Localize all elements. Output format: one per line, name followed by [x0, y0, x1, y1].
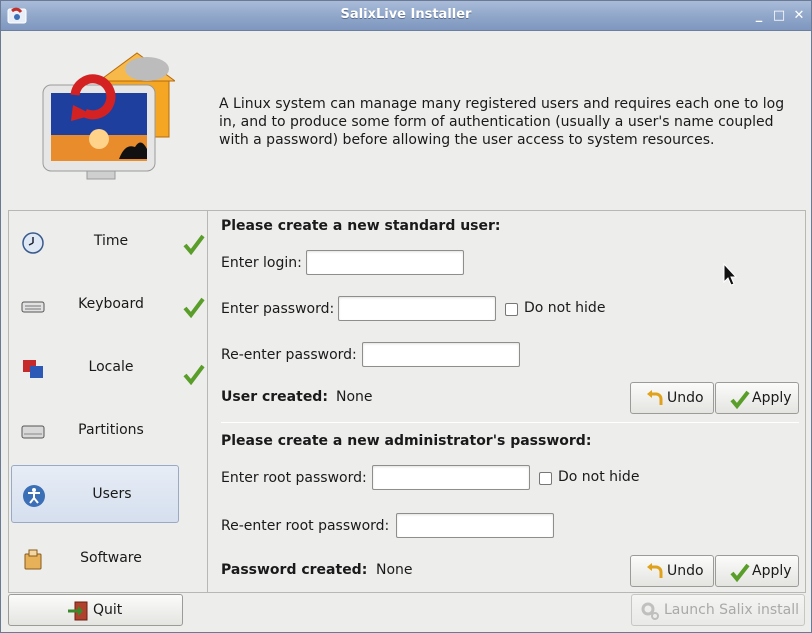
root-do-not-hide-checkbox[interactable] — [539, 472, 552, 485]
checkmark-icon — [183, 364, 205, 385]
root-password-input[interactable] — [372, 465, 530, 490]
user-icon — [23, 485, 45, 507]
sidebar-item-locale[interactable]: Locale — [11, 339, 179, 397]
section-divider — [221, 422, 799, 423]
login-label: Enter login: — [221, 255, 302, 271]
root-password-label: Enter root password: — [221, 470, 367, 486]
maximize-icon[interactable]: □ — [771, 8, 787, 24]
sidebar-item-keyboard[interactable]: Keyboard — [11, 276, 179, 334]
gears-icon — [641, 602, 659, 620]
undo-label: Undo — [667, 563, 704, 579]
package-icon — [24, 549, 42, 570]
launch-install-button[interactable]: Launch Salix install — [631, 594, 805, 626]
launch-install-label: Launch Salix install — [664, 602, 800, 618]
harddisk-icon — [21, 425, 45, 439]
sidebar-item-label: Time — [93, 233, 129, 249]
sidebar-item-label: Software — [80, 550, 142, 566]
minimize-icon[interactable]: _ — [751, 8, 767, 24]
quit-label: Quit — [93, 602, 123, 618]
reenter-password-label: Re-enter password: — [221, 347, 357, 363]
window-title: SalixLive Installer — [340, 7, 472, 22]
checkmark-icon — [730, 390, 750, 409]
sidebar-item-label: Partitions — [78, 422, 144, 438]
login-input[interactable] — [306, 250, 464, 275]
sidebar-item-label: Keyboard — [78, 296, 144, 312]
sidebar-item-software[interactable]: Software — [11, 530, 179, 588]
reenter-password-input[interactable] — [362, 342, 520, 367]
user-created-value: None — [336, 389, 373, 405]
root-do-not-hide-label: Do not hide — [558, 469, 640, 485]
user-created-label: User created: — [221, 389, 328, 405]
quit-button[interactable]: Quit — [8, 594, 183, 626]
title-bar[interactable]: SalixLive Installer _ □ ✕ — [1, 1, 811, 31]
user-undo-button[interactable]: Undo — [630, 382, 714, 414]
user-apply-button[interactable]: Apply — [715, 382, 799, 414]
close-icon[interactable]: ✕ — [791, 8, 807, 24]
clock-icon — [22, 232, 44, 254]
user-do-not-hide-checkbox[interactable] — [505, 303, 518, 316]
mouse-pointer-icon — [723, 263, 737, 286]
admin-password-heading: Please create a new administrator's pass… — [221, 433, 592, 449]
exit-door-icon — [68, 601, 88, 621]
flags-icon — [23, 360, 43, 378]
password-input[interactable] — [338, 296, 496, 321]
undo-label: Undo — [667, 390, 704, 406]
root-apply-button[interactable]: Apply — [715, 555, 799, 587]
intro-text: A Linux system can manage many registere… — [219, 96, 785, 148]
root-undo-button[interactable]: Undo — [630, 555, 714, 587]
users-panel: Please create a new standard user: Enter… — [207, 210, 806, 593]
apply-label: Apply — [752, 390, 792, 406]
checkmark-icon — [183, 297, 205, 318]
password-created-value: None — [376, 562, 413, 578]
user-do-not-hide-label: Do not hide — [524, 300, 606, 316]
sidebar: Time Keyboard Locale Partitions Users So… — [8, 210, 207, 593]
reenter-root-password-input[interactable] — [396, 513, 554, 538]
standard-user-heading: Please create a new standard user: — [221, 218, 501, 234]
sidebar-item-partitions[interactable]: Partitions — [11, 402, 179, 460]
installer-window: SalixLive Installer _ □ ✕ A Linux system… — [0, 0, 812, 633]
undo-icon — [647, 563, 663, 578]
reenter-root-password-label: Re-enter root password: — [221, 518, 390, 534]
password-label: Enter password: — [221, 301, 335, 317]
checkmark-icon — [183, 234, 205, 255]
sidebar-item-users[interactable]: Users — [11, 465, 179, 523]
sidebar-item-label: Locale — [88, 359, 134, 375]
checkmark-icon — [730, 563, 750, 582]
undo-icon — [647, 390, 663, 405]
users-monitor-illustration — [42, 52, 175, 180]
keyboard-icon — [21, 301, 45, 313]
password-created-label: Password created: — [221, 562, 368, 578]
sidebar-item-label: Users — [92, 486, 132, 502]
apply-label: Apply — [752, 563, 792, 579]
sidebar-item-time[interactable]: Time — [11, 213, 179, 271]
